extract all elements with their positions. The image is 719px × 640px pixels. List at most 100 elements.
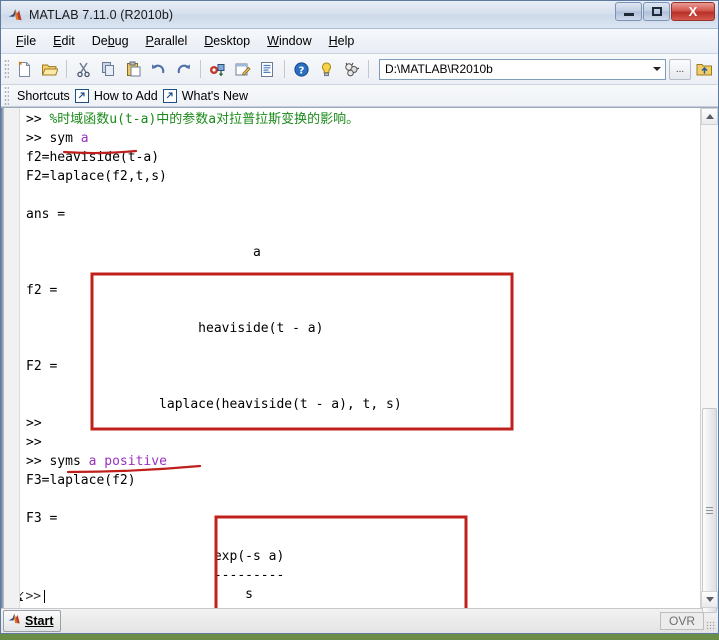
toolbar: ? D:\MATLAB\R2010b ... (1, 54, 718, 85)
desktop-background: MATLAB 7.11.0 (R2010b) X File Edit Debug… (0, 0, 719, 640)
shortcuts-label[interactable]: Shortcuts (17, 89, 70, 103)
shortcuts-grip[interactable] (4, 85, 9, 106)
command-line: exp(-s a) (26, 547, 700, 566)
community-icon[interactable] (339, 57, 364, 82)
toolbar-separator (66, 60, 67, 78)
command-window-edge (1, 108, 4, 608)
guide-icon[interactable] (230, 57, 255, 82)
command-window-text-area[interactable]: >> %时域函数u(t-a)中的参数a对拉普拉斯变换的影响。 >> sym a f2… (20, 108, 700, 608)
command-text-segment: >> (26, 454, 50, 469)
matlab-logo-icon (8, 7, 23, 22)
command-line: F3 = (26, 509, 700, 528)
minimize-icon (623, 13, 634, 16)
paste-icon[interactable] (121, 57, 146, 82)
lightbulb-icon[interactable] (314, 57, 339, 82)
folder-up-icon[interactable] (693, 59, 715, 80)
command-text-segment: f2=heaviside(t-a) (26, 150, 160, 165)
command-line (26, 490, 700, 509)
menu-edit[interactable]: Edit (46, 32, 82, 50)
profiler-icon[interactable] (255, 57, 280, 82)
toolbar-separator (368, 60, 369, 78)
resize-grip-icon[interactable] (706, 621, 716, 631)
scrollbar-thumb[interactable] (702, 408, 717, 613)
window-title: MATLAB 7.11.0 (R2010b) (29, 7, 174, 22)
cut-icon[interactable] (71, 57, 96, 82)
help-icon[interactable]: ? (289, 57, 314, 82)
status-badge: OVR (659, 612, 704, 630)
menu-desktop[interactable]: Desktop (197, 32, 257, 50)
menu-parallel[interactable]: Parallel (139, 32, 195, 50)
shortcut-arrow-icon[interactable] (74, 88, 89, 103)
menu-debug[interactable]: Debug (85, 32, 136, 50)
chevron-down-icon[interactable] (648, 60, 665, 79)
redo-icon[interactable] (171, 57, 196, 82)
command-line (26, 338, 700, 357)
command-line (26, 186, 700, 205)
command-text-segment: F3 = (26, 511, 58, 526)
command-line: ans = (26, 205, 700, 224)
command-line: --------- (26, 566, 700, 585)
command-text-segment: laplace(heaviside(t - a), t, s) (26, 397, 402, 412)
status-bar: Start OVR (1, 608, 718, 633)
command-text-segment: >> (26, 131, 50, 146)
current-folder-field[interactable]: D:\MATLAB\R2010b (379, 58, 666, 80)
command-line: >> syms a positive (26, 452, 700, 471)
scroll-down-button[interactable] (701, 591, 718, 608)
menu-window[interactable]: Window (260, 32, 318, 50)
command-text-segment: >> (26, 435, 50, 450)
fx-icon[interactable]: fx (20, 587, 23, 605)
close-button[interactable]: X (671, 2, 715, 21)
command-line: >> %时域函数u(t-a)中的参数a对拉普拉斯变换的影响。 (26, 110, 700, 129)
command-line: a (26, 243, 700, 262)
command-line: f2 = (26, 281, 700, 300)
command-line (26, 262, 700, 281)
undo-icon[interactable] (146, 57, 171, 82)
maximize-button[interactable] (643, 2, 670, 21)
command-window: >> %时域函数u(t-a)中的参数a对拉普拉斯变换的影响。 >> sym a f2… (1, 107, 718, 613)
command-line: F2 = (26, 357, 700, 376)
fx-dropdown-icon[interactable] (20, 598, 23, 602)
current-folder-bar: D:\MATLAB\R2010b ... (379, 58, 718, 80)
start-button[interactable]: Start (3, 610, 62, 632)
command-text-segment: heaviside(t - a) (26, 321, 324, 336)
menu-bar: File Edit Debug Parallel Desktop Window … (1, 29, 718, 54)
window-controls: X (615, 2, 715, 21)
command-text-segment: ans = (26, 207, 66, 222)
command-line: f2=heaviside(t-a) (26, 148, 700, 167)
command-text-segment: %时域函数u(t-a)中的参数a对拉普拉斯变换的影响。 (49, 112, 360, 127)
title-bar: MATLAB 7.11.0 (R2010b) X (1, 1, 718, 29)
matlab-main-window: MATLAB 7.11.0 (R2010b) X File Edit Debug… (0, 0, 719, 634)
command-line: F2=laplace(f2,t,s) (26, 167, 700, 186)
simulink-icon[interactable] (205, 57, 230, 82)
triangle-down-icon (705, 597, 714, 602)
shortcut-whats-new[interactable]: What's New (182, 89, 248, 103)
command-line: >> sym a (26, 129, 700, 148)
command-line: laplace(heaviside(t - a), t, s) (26, 395, 700, 414)
svg-text:?: ? (299, 65, 305, 76)
command-line (26, 376, 700, 395)
command-text-segment: F2 = (26, 359, 58, 374)
current-folder-value: D:\MATLAB\R2010b (385, 62, 493, 76)
grip-icon (706, 507, 713, 514)
new-file-icon[interactable] (12, 57, 37, 82)
copy-icon[interactable] (96, 57, 121, 82)
command-line (26, 528, 700, 547)
toolbar-grip[interactable] (4, 59, 9, 79)
shortcut-how-to-add[interactable]: How to Add (94, 89, 158, 103)
open-file-icon[interactable] (37, 57, 62, 82)
menu-help[interactable]: Help (322, 32, 362, 50)
command-line: heaviside(t - a) (26, 319, 700, 338)
minimize-button[interactable] (615, 2, 642, 21)
vertical-scrollbar[interactable] (700, 108, 718, 613)
command-text-segment: s (26, 587, 253, 602)
command-text-segment: a (26, 245, 261, 260)
browse-folder-button[interactable]: ... (669, 58, 691, 80)
shortcut-arrow-icon[interactable] (162, 88, 177, 103)
scroll-up-button[interactable] (701, 108, 718, 125)
command-text-segment: >> (26, 416, 50, 431)
maximize-icon (651, 7, 662, 16)
menu-file[interactable]: File (9, 32, 43, 50)
command-text-segment: sym (49, 131, 81, 146)
command-line: >> (26, 414, 700, 433)
triangle-up-icon (705, 114, 714, 119)
